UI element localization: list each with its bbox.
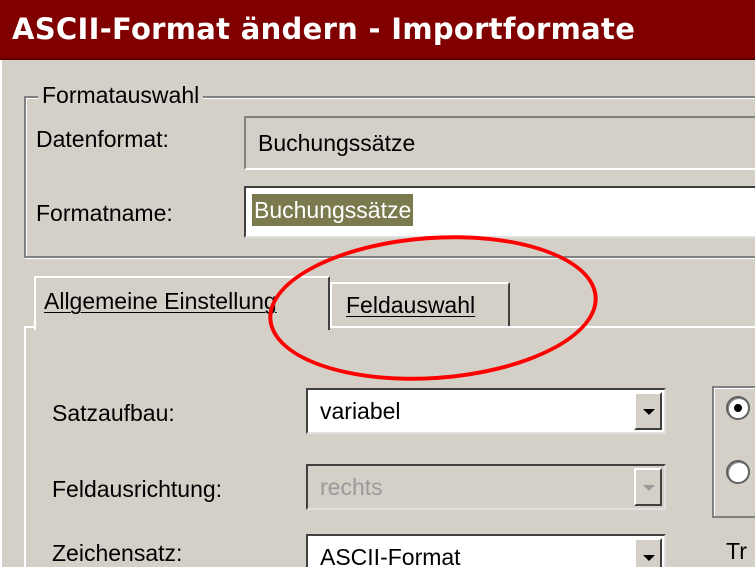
dropdown-arrow-icon[interactable] bbox=[634, 538, 662, 567]
radio-option-1[interactable] bbox=[726, 396, 750, 420]
dropdown-arrow-icon bbox=[634, 468, 662, 506]
radio-option-2[interactable] bbox=[726, 460, 750, 484]
format-selection-legend: Formatauswahl bbox=[38, 82, 204, 109]
window-left-edge bbox=[0, 60, 6, 567]
dropdown-arrow-icon[interactable] bbox=[634, 392, 662, 430]
field-alignment-select: rechts bbox=[306, 464, 666, 510]
tab-allgemeine-einstellung-label: Allgemeine Einstellung bbox=[44, 288, 277, 314]
field-alignment-label: Feldausrichtung: bbox=[52, 476, 223, 502]
format-name-label: Formatname: bbox=[36, 200, 173, 226]
format-name-value: Buchungssätze bbox=[252, 194, 414, 226]
charset-value: ASCII-Format bbox=[320, 544, 461, 567]
field-alignment-value: rechts bbox=[320, 474, 383, 500]
charset-select[interactable]: ASCII-Format bbox=[306, 534, 666, 567]
window-title: ASCII-Format ändern - Importformate bbox=[12, 12, 636, 46]
record-structure-value: variabel bbox=[320, 398, 401, 424]
data-format-label: Datenformat: bbox=[36, 126, 169, 152]
record-structure-select[interactable]: variabel bbox=[306, 388, 666, 434]
record-structure-label: Satzaufbau: bbox=[52, 400, 175, 426]
title-bar[interactable]: ASCII-Format ändern - Importformate bbox=[0, 0, 755, 60]
charset-label: Zeichensatz: bbox=[52, 540, 183, 566]
data-format-value: Buchungssätze bbox=[258, 130, 416, 156]
truncated-label: Tr bbox=[726, 538, 747, 564]
format-name-input[interactable]: Buchungssätze bbox=[244, 186, 755, 238]
data-format-field: Buchungssätze bbox=[244, 116, 755, 170]
